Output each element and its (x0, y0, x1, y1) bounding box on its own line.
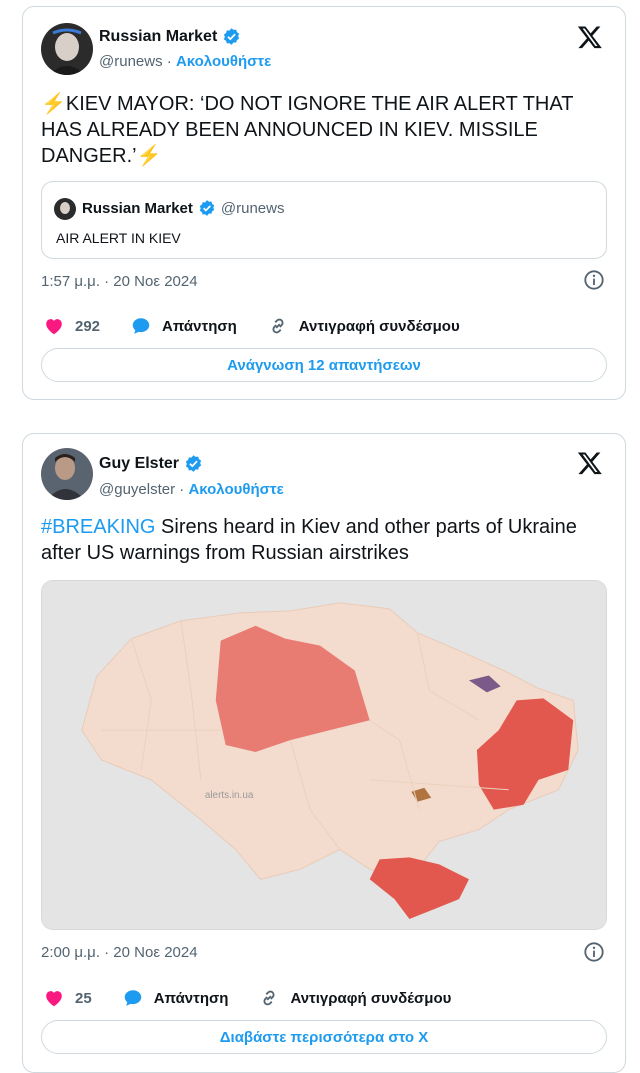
author-name[interactable]: Guy Elster (99, 455, 179, 473)
reply-bubble-icon (132, 318, 150, 334)
author-handle[interactable]: @guyelster (99, 481, 175, 498)
like-count: 25 (75, 989, 92, 1007)
info-icon[interactable] (583, 941, 605, 963)
copy-link-button[interactable]: Αντιγραφή συνδέσμου (267, 315, 460, 337)
copy-link-label: Αντιγραφή συνδέσμου (290, 989, 452, 1007)
x-logo-icon[interactable] (577, 450, 603, 476)
action-bar: 25 Απάντηση Αντιγραφή συνδέσμου (43, 987, 481, 1009)
follow-button[interactable]: Ακολουθήστε (176, 53, 271, 70)
link-icon (272, 318, 284, 334)
timestamp[interactable]: 2:00 μ.μ. · 20 Νοε 2024 (41, 944, 198, 961)
hashtag-link[interactable]: #BREAKING (41, 516, 155, 538)
action-bar: 292 Απάντηση Αντιγραφή συνδέσμου (43, 315, 490, 337)
timestamp[interactable]: 1:57 μ.μ. · 20 Νοε 2024 (41, 273, 198, 290)
like-count: 292 (75, 317, 101, 335)
heart-icon (46, 991, 62, 1007)
copy-link-label: Αντιγραφή συνδέσμου (298, 317, 460, 335)
link-icon (263, 990, 275, 1006)
quote-text: AIR ALERT IN KIEV (56, 230, 181, 246)
separator: · (179, 481, 185, 498)
handle-row: @guyelster · Ακολουθήστε (99, 481, 284, 498)
tweet-text: #BREAKING Sirens heard in Kiev and other… (41, 514, 605, 566)
reply-label: Απάντηση (153, 989, 229, 1007)
author-row: Guy Elster (99, 454, 203, 473)
verified-badge-icon (185, 455, 202, 472)
heart-icon (46, 319, 62, 335)
reply-bubble-icon (124, 990, 141, 1006)
separator: · (166, 53, 172, 70)
map-watermark: alerts.in.ua (205, 790, 254, 801)
tweet-card: Guy Elster @guyelster · Ακολουθήστε #BRE… (22, 433, 626, 1073)
like-button[interactable]: 292 (43, 315, 100, 337)
quote-author-handle: @runews (220, 199, 285, 217)
like-button[interactable]: 25 (43, 987, 92, 1009)
ukraine-alert-map: alerts.in.ua (42, 581, 606, 929)
handle-row: @runews · Ακολουθήστε (99, 53, 271, 70)
avatar[interactable] (41, 448, 93, 500)
info-icon[interactable] (583, 269, 605, 291)
read-replies-button[interactable]: Ανάγνωση 12 απαντήσεων (41, 348, 607, 382)
quote-author-row: Russian Market @runews (82, 199, 284, 217)
reply-label: Απάντηση (162, 317, 237, 335)
copy-link-button[interactable]: Αντιγραφή συνδέσμου (258, 987, 451, 1009)
follow-button[interactable]: Ακολουθήστε (188, 481, 283, 498)
quoted-tweet[interactable]: Russian Market @runews AIR ALERT IN KIEV (41, 181, 607, 259)
verified-badge-icon (199, 200, 215, 216)
reply-button[interactable]: Απάντηση (122, 987, 229, 1009)
tweet-text: ⚡KIEV MAYOR: ‘DO NOT IGNORE THE AIR ALER… (41, 93, 574, 167)
x-logo-icon[interactable] (577, 24, 603, 50)
quote-avatar (54, 198, 76, 220)
tweet-card: Russian Market @runews · Ακολουθήστε ⚡KI… (22, 6, 626, 400)
author-row: Russian Market (99, 27, 241, 46)
read-more-button[interactable]: Διαβάστε περισσότερα στο X (41, 1020, 607, 1054)
quote-author-name: Russian Market (82, 199, 193, 217)
verified-badge-icon (224, 28, 240, 45)
reply-button[interactable]: Απάντηση (130, 315, 237, 337)
alert-map-image[interactable]: alerts.in.ua (41, 580, 607, 930)
author-handle[interactable]: @runews (99, 53, 163, 70)
avatar[interactable] (41, 23, 93, 75)
author-name[interactable]: Russian Market (99, 28, 217, 46)
